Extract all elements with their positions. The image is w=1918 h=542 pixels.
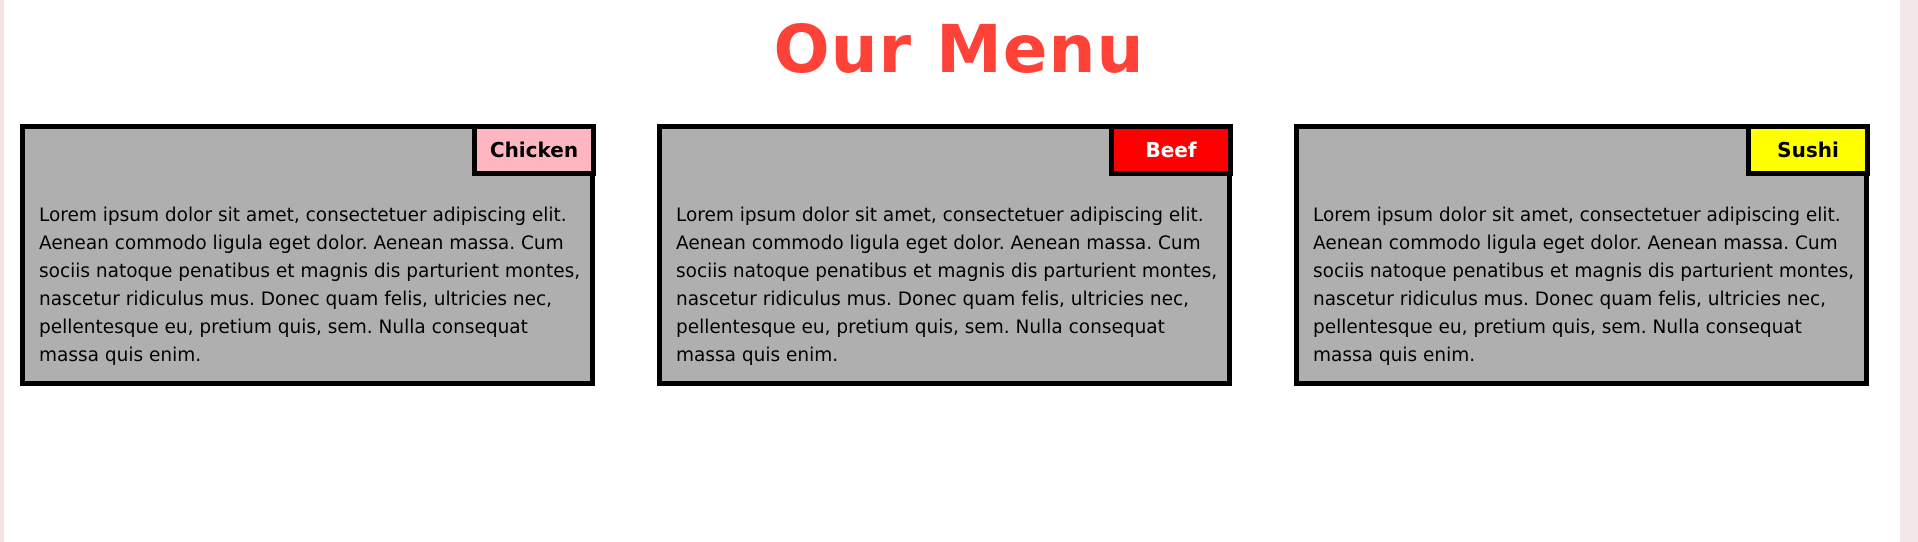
menu-card-sushi: Sushi Lorem ipsum dolor sit amet, consec… bbox=[1294, 124, 1870, 386]
menu-card-chicken: Chicken Lorem ipsum dolor sit amet, cons… bbox=[20, 124, 596, 386]
menu-tag-chicken: Chicken bbox=[472, 124, 596, 176]
menu-card-beef: Beef Lorem ipsum dolor sit amet, consect… bbox=[657, 124, 1233, 386]
menu-card-description: Lorem ipsum dolor sit amet, consectetuer… bbox=[1313, 205, 1855, 366]
menu-card-description: Lorem ipsum dolor sit amet, consectetuer… bbox=[39, 205, 581, 366]
menu-card-description: Lorem ipsum dolor sit amet, consectetuer… bbox=[676, 205, 1218, 366]
menu-tag-beef: Beef bbox=[1109, 124, 1233, 176]
page-title: Our Menu bbox=[773, 11, 1145, 88]
menu-tag-sushi: Sushi bbox=[1746, 124, 1870, 176]
